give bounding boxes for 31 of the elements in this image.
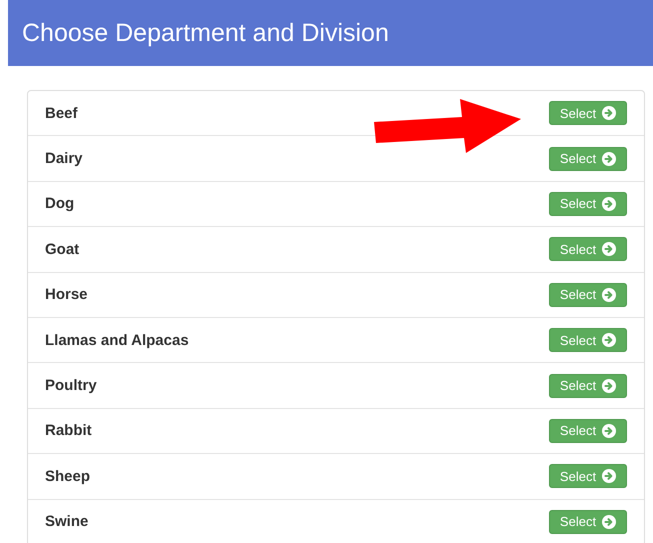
arrow-circle-icon [602, 152, 616, 166]
select-button[interactable]: Select [549, 464, 627, 488]
select-button[interactable]: Select [549, 510, 627, 534]
select-button[interactable]: Select [549, 374, 627, 398]
arrow-circle-icon [602, 469, 616, 484]
arrow-circle-icon [602, 333, 616, 348]
arrow-circle-icon [602, 424, 616, 438]
department-name: Goat [45, 240, 80, 258]
department-name: Rabbit [45, 422, 92, 440]
department-name: Dog [45, 195, 74, 212]
select-button[interactable]: Select [549, 101, 627, 126]
page-title: Choose Department and Division [22, 18, 389, 48]
arrow-circle-icon [602, 288, 616, 302]
select-button[interactable]: Select [549, 282, 627, 307]
select-button[interactable]: Select [549, 237, 627, 262]
department-name: Beef [45, 104, 78, 122]
arrow-circle-icon [602, 378, 616, 393]
select-button[interactable]: Select [549, 192, 627, 216]
department-name: Dairy [45, 150, 83, 168]
department-name: Poultry [45, 377, 97, 394]
select-button[interactable]: Select [549, 418, 627, 443]
arrow-circle-icon [602, 514, 616, 529]
arrow-circle-icon [602, 242, 616, 256]
select-button[interactable]: Select [549, 328, 627, 352]
select-button[interactable]: Select [549, 146, 627, 171]
department-name: Llamas and Alpacas [45, 332, 189, 349]
arrow-circle-icon [602, 196, 616, 211]
department-name: Horse [45, 286, 88, 304]
arrow-circle-icon [602, 106, 616, 120]
department-name: Swine [45, 513, 88, 530]
department-name: Sheep [45, 468, 90, 485]
